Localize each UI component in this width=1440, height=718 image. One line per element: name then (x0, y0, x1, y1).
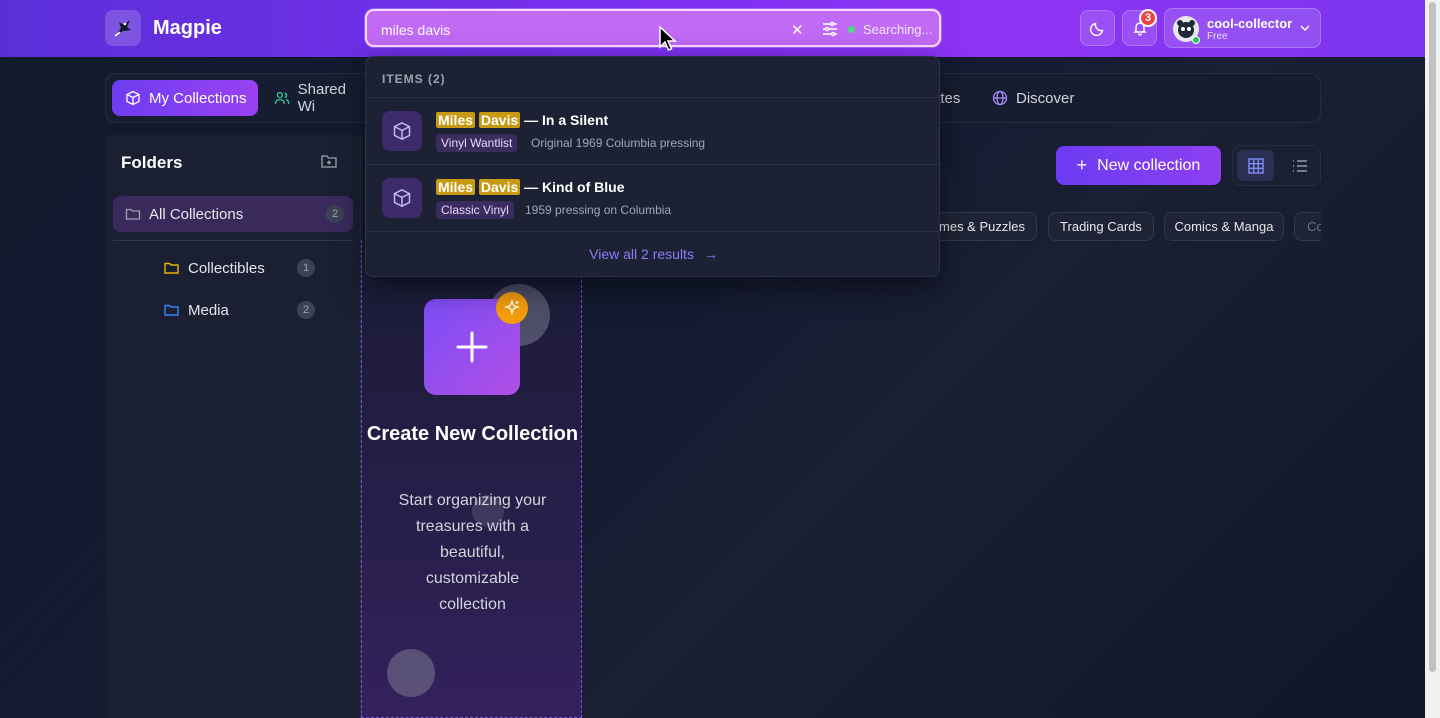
users-icon (274, 91, 290, 104)
category-chip[interactable]: Comics & Manga (1164, 212, 1284, 241)
search-status: Searching... (863, 22, 933, 37)
view-toggle (1232, 145, 1321, 186)
sidebar-item-media[interactable]: Media 2 (163, 292, 353, 328)
notification-badge: 3 (1139, 9, 1157, 27)
view-all-results-link[interactable]: View all 2 results → (366, 246, 941, 262)
result-subtitle: Original 1969 Columbia pressing (531, 136, 706, 150)
category-chip[interactable]: mes & Puzzles (925, 212, 1037, 241)
list-view-button[interactable] (1281, 150, 1318, 181)
divider (113, 240, 353, 241)
online-status-icon (1192, 36, 1200, 44)
moon-icon (1089, 22, 1103, 36)
sparkles-icon (496, 292, 528, 324)
create-card-description: Start organizing your treasures with a b… (398, 492, 547, 613)
user-name: cool-collector (1207, 16, 1293, 31)
globe-icon (992, 90, 1008, 106)
new-collection-label: New collection (1097, 156, 1201, 174)
status-dot-icon (848, 26, 855, 33)
theme-toggle-button[interactable] (1080, 10, 1115, 46)
new-collection-button[interactable]: + New collection (1056, 146, 1221, 185)
list-icon (1292, 159, 1307, 172)
clear-icon[interactable]: ✕ (791, 21, 804, 39)
search-result-item[interactable]: Miles Davis — Kind of Blue Classic Vinyl… (366, 165, 941, 231)
sidebar-item-label: Collectibles (188, 259, 265, 277)
user-menu-button[interactable]: cool-collector Free (1164, 8, 1321, 48)
item-count: 2 (297, 301, 315, 319)
scrollbar-thumb[interactable] (1429, 2, 1436, 672)
collection-tag: Vinyl Wantlist (436, 134, 518, 152)
category-chip[interactable]: Trading Cards (1048, 212, 1154, 241)
sidebar-title: Folders (121, 153, 183, 172)
create-collection-card[interactable]: Create New Collection Start organizing y… (361, 240, 582, 718)
tab-label: Discover (1016, 89, 1075, 107)
match-highlight: Davis (478, 112, 521, 128)
decorative-bubble (387, 649, 435, 697)
search-input[interactable] (381, 20, 781, 40)
cube-icon (126, 90, 140, 106)
item-count: 1 (297, 259, 315, 277)
tab-label: My Collections (149, 89, 247, 107)
filter-sliders-icon[interactable] (821, 20, 839, 38)
sidebar-item-all-collections[interactable]: All Collections 2 (113, 196, 353, 232)
folder-icon (164, 304, 179, 316)
result-subtitle: 1959 pressing on Columbia (525, 203, 672, 217)
tab-label: Shared Wi (297, 81, 346, 115)
user-plan: Free (1207, 31, 1228, 42)
grid-icon (1247, 157, 1264, 174)
chevron-down-icon (1300, 25, 1310, 32)
magpie-logo-icon[interactable] (105, 10, 141, 46)
results-group-header: ITEMS (2) (382, 72, 446, 86)
collection-tag: Classic Vinyl (436, 201, 514, 219)
folder-icon (164, 262, 179, 274)
app-title[interactable]: Magpie (153, 17, 222, 40)
search-result-item[interactable]: Miles Davis — In a Silent Vinyl Wantlist… (366, 98, 941, 164)
search-results-dropdown: ITEMS (2) Miles Davis — In a Silent Viny… (365, 56, 941, 277)
top-bar: Magpie ✕ Searching... 3 cool-collector F… (0, 0, 1425, 57)
grid-view-button[interactable] (1237, 150, 1274, 181)
mouse-cursor-icon (659, 25, 677, 51)
arrow-right-icon: → (703, 246, 718, 262)
match-highlight: Davis (478, 179, 521, 195)
cube-icon (382, 178, 422, 218)
plus-icon (456, 331, 488, 363)
sidebar-item-label: Media (188, 301, 229, 319)
new-folder-icon[interactable] (320, 152, 338, 170)
folders-sidebar: Folders All Collections 2 Collectibles 1… (105, 135, 361, 718)
match-highlight: Miles (436, 179, 476, 195)
tab-shared-with-me[interactable]: Shared Wi (266, 80, 366, 116)
tab-discover[interactable]: Discover (984, 80, 1084, 116)
item-count: 2 (326, 205, 344, 223)
result-title: Miles Davis — In a Silent (436, 112, 609, 128)
match-highlight: Miles (436, 112, 476, 128)
plus-icon: + (1076, 155, 1088, 175)
sidebar-item-collectibles[interactable]: Collectibles 1 (163, 250, 353, 286)
sidebar-item-label: All Collections (149, 205, 244, 223)
divider (366, 231, 941, 232)
tab-my-collections[interactable]: My Collections (112, 80, 258, 116)
cube-icon (382, 111, 422, 151)
category-chip[interactable]: Co (1294, 212, 1321, 241)
result-title: Miles Davis — Kind of Blue (436, 179, 625, 195)
create-card-title: Create New Collection (366, 423, 579, 445)
search-box[interactable]: ✕ Searching... (365, 9, 941, 47)
folder-icon (125, 208, 141, 220)
